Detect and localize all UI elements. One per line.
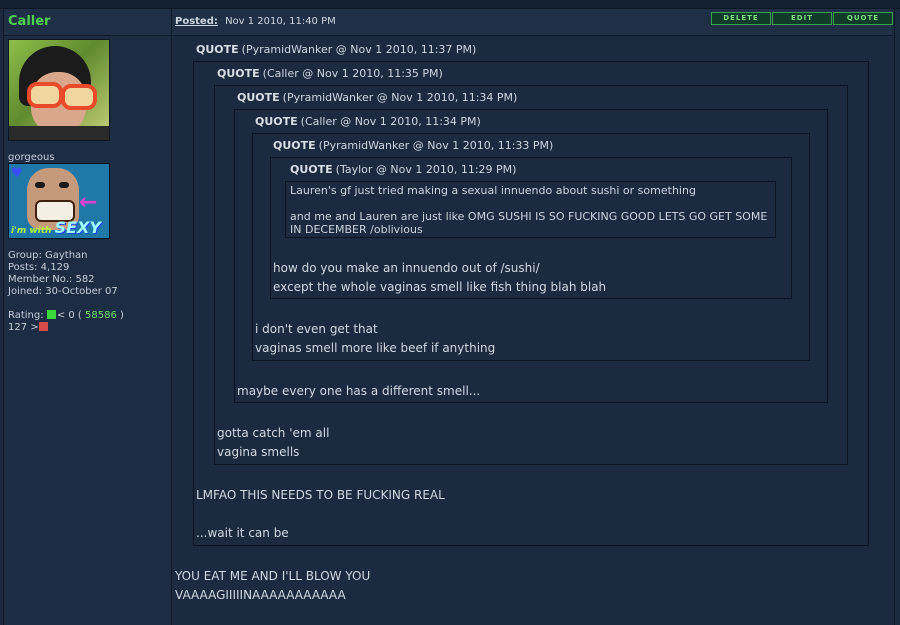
user-posts: Posts: 4,129 [8,262,70,273]
quote-6-text: Lauren's gf just tried making a sexual i… [290,184,770,236]
posted-date: Nov 1 2010, 11:40 PM [225,16,336,27]
user-info: Group: Gaythan Posts: 4,129 Member No.: … [8,250,118,298]
rating-close: ) [120,310,124,321]
rating-number: 58586 [85,310,117,321]
avatar [8,39,110,141]
quote-header-2: QUOTE (Caller @ Nov 1 2010, 11:35 PM) [217,67,443,80]
reply-1-text: LMFAO THIS NEEDS TO BE FUCKING REAL ...w… [196,488,445,540]
signature-badge-image: ♥ ← i'm with SEXY [8,163,110,239]
post-action-buttons: DELETE EDIT QUOTE [711,12,894,25]
delete-button[interactable]: DELETE [711,12,771,25]
user-group: Group: Gaythan [8,250,88,261]
user-rating: Rating: < 0 ( 58586 ) 127 > [8,310,124,334]
reply-3-text: maybe every one has a different smell... [237,384,481,398]
rate-down-icon[interactable] [38,322,48,331]
user-title: gorgeous [8,152,55,163]
user-member-no: Member No.: 582 [8,274,95,285]
quote-header-4: QUOTE (Caller @ Nov 1 2010, 11:34 PM) [255,115,481,128]
column-divider [171,9,172,625]
arrow-left-icon: ← [79,190,98,215]
post-timestamp: Posted: Nov 1 2010, 11:40 PM [175,16,336,27]
quote-header-5: QUOTE (PyramidWanker @ Nov 1 2010, 11:33 … [273,139,554,152]
reply-2-text: gotta catch 'em all vagina smells [217,426,330,459]
rating-mid: < 0 ( [56,310,82,321]
user-joined: Joined: 30-October 07 [8,286,118,297]
quote-header-6: QUOTE (Taylor @ Nov 1 2010, 11:29 PM) [290,163,517,176]
quote-button[interactable]: QUOTE [833,12,893,25]
posted-label[interactable]: Posted: [175,16,218,27]
reply-4-text: i don't even get that vaginas smell more… [255,322,496,355]
quote-6-line-2: and me and Lauren are just like OMG SUSH… [290,210,768,236]
post-body-text: YOU EAT ME AND I'LL BLOW YOU VAAAAGIIIII… [175,569,371,602]
quote-header-3: QUOTE (PyramidWanker @ Nov 1 2010, 11:34 … [237,91,518,104]
quote-header-1: QUOTE (PyramidWanker @ Nov 1 2010, 11:37 … [196,43,477,56]
badge-caption: i'm with SEXY [11,218,101,237]
rating-line2: 127 > [8,322,39,333]
quote-6-line-1: Lauren's gf just tried making a sexual i… [290,184,696,197]
reply-5-text: how do you make an innuendo out of /sush… [273,261,607,294]
rate-up-icon[interactable] [46,310,56,319]
heart-icon: ♥ [11,166,23,181]
edit-button[interactable]: EDIT [772,12,832,25]
author-name[interactable]: Caller [8,14,50,29]
rating-label: Rating: [8,310,44,321]
